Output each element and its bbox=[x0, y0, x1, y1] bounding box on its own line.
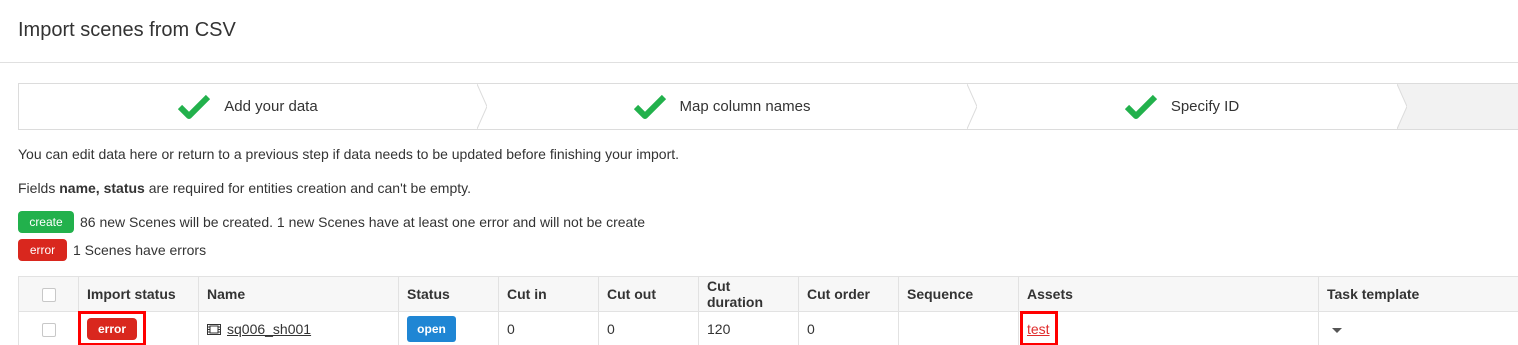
step-label: Map column names bbox=[679, 98, 811, 115]
checkmark-icon bbox=[178, 94, 211, 119]
cut-out-cell[interactable]: 0 bbox=[598, 311, 699, 345]
row-checkbox[interactable] bbox=[41, 323, 56, 338]
name-cell: sq006_sh001 bbox=[198, 311, 399, 345]
page-header: Import scenes from CSV bbox=[0, 0, 1518, 63]
col-assets: Assets bbox=[1018, 276, 1319, 312]
error-summary: error 1 Scenes have errors bbox=[18, 239, 206, 261]
col-task-template: Task template bbox=[1318, 276, 1518, 312]
import-preview-table: Import status Name Status Cut in Cut out… bbox=[18, 276, 1518, 345]
film-icon bbox=[207, 324, 221, 335]
import-status-cell: error bbox=[78, 311, 199, 345]
task-template-cell[interactable] bbox=[1318, 311, 1518, 345]
sequence-cell[interactable] bbox=[898, 311, 1019, 345]
col-cut-out: Cut out bbox=[598, 276, 699, 312]
step-label: Specify ID bbox=[1170, 98, 1240, 115]
step-divider bbox=[477, 84, 487, 129]
col-cut-duration: Cut duration bbox=[698, 276, 799, 312]
create-summary-text: 86 new Scenes will be created. 1 new Sce… bbox=[80, 214, 645, 230]
step-final[interactable] bbox=[1397, 84, 1518, 129]
col-cut-in: Cut in bbox=[498, 276, 599, 312]
chevron-down-icon[interactable] bbox=[1332, 327, 1342, 333]
step-divider bbox=[967, 84, 977, 129]
error-tag: error bbox=[18, 239, 67, 261]
import-stepper: Add your data Map column names Specify I… bbox=[18, 83, 1518, 130]
step-divider bbox=[1397, 84, 1407, 129]
row-select-cell bbox=[18, 311, 79, 345]
create-tag: create bbox=[18, 211, 74, 233]
select-all-checkbox[interactable] bbox=[41, 288, 56, 303]
col-sequence: Sequence bbox=[898, 276, 1019, 312]
edit-hint: You can edit data here or return to a pr… bbox=[18, 146, 680, 162]
col-cut-order: Cut order bbox=[798, 276, 899, 312]
cut-duration-cell[interactable]: 120 bbox=[698, 311, 799, 345]
error-summary-text: 1 Scenes have errors bbox=[73, 242, 207, 258]
page-title: Import scenes from CSV bbox=[18, 19, 236, 41]
status-badge[interactable]: open bbox=[407, 316, 456, 342]
assets-cell: test bbox=[1018, 311, 1319, 345]
checkmark-icon bbox=[1124, 94, 1157, 119]
create-summary: create 86 new Scenes will be created. 1 … bbox=[18, 211, 645, 233]
scene-name-link[interactable]: sq006_sh001 bbox=[227, 321, 311, 337]
assets-highlight-box bbox=[1020, 311, 1058, 345]
col-import-status: Import status bbox=[78, 276, 199, 312]
col-name: Name bbox=[198, 276, 399, 312]
cut-order-cell[interactable]: 0 bbox=[798, 311, 899, 345]
step-specify-id[interactable]: Specify ID bbox=[967, 84, 1407, 129]
error-highlight-box bbox=[78, 311, 146, 345]
required-fields-note: Fields name, status are required for ent… bbox=[18, 180, 471, 196]
table-row: error sq006_sh001 open 0 0 120 0 test bbox=[18, 311, 1518, 345]
step-label: Add your data bbox=[224, 98, 318, 115]
checkmark-icon bbox=[633, 94, 666, 119]
step-map-columns[interactable]: Map column names bbox=[477, 84, 977, 129]
required-fields-list: name, status bbox=[59, 180, 145, 196]
select-all-cell bbox=[18, 276, 79, 312]
cut-in-cell[interactable]: 0 bbox=[498, 311, 599, 345]
status-cell: open bbox=[398, 311, 499, 345]
col-status: Status bbox=[398, 276, 499, 312]
table-header-row: Import status Name Status Cut in Cut out… bbox=[18, 276, 1518, 312]
step-add-data[interactable]: Add your data bbox=[19, 84, 487, 129]
